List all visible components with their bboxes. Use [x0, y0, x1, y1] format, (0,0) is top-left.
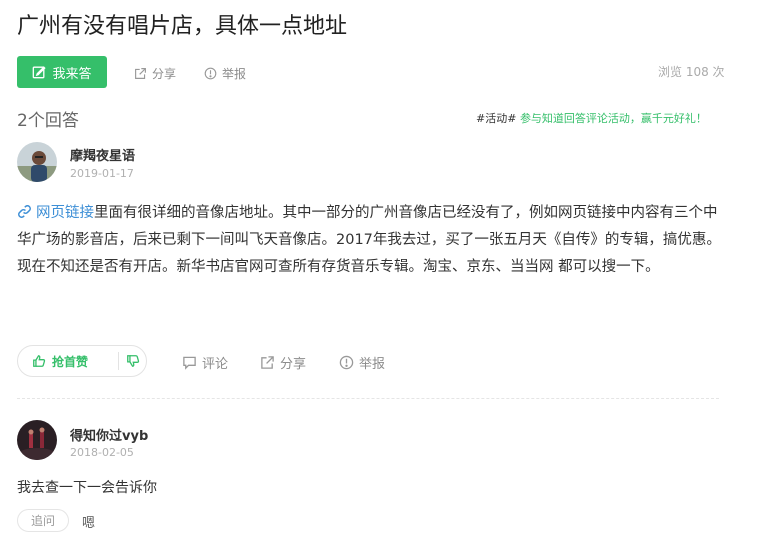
share-label: 分享: [152, 67, 177, 81]
answer-date: 2019-01-17: [70, 167, 134, 180]
answer-author-name[interactable]: 摩羯夜星语: [70, 145, 135, 164]
vote-box: 抢首赞: [17, 345, 147, 377]
answer-report-label: 举报: [359, 357, 386, 372]
share-icon: [135, 68, 146, 79]
web-link-text: 网页链接: [36, 205, 94, 221]
view-count: 浏览 108 次: [658, 65, 725, 79]
promo-text: 参与知道回答评论活动，赢千元好礼！: [519, 112, 707, 125]
comment-icon: [183, 356, 196, 370]
comment-author-name[interactable]: 得知你过vyb: [70, 425, 148, 444]
answer-text: 里面有很详细的音像店地址。其中一部分的广州音像店已经没有了，例如网页链接中内容有…: [17, 205, 721, 275]
thumbs-down-icon: [126, 355, 139, 367]
share-icon: [261, 356, 274, 369]
promo-banner[interactable]: #活动# 参与知道回答评论活动，赢千元好礼！: [476, 110, 707, 126]
followup-reply: 嗯: [82, 516, 96, 531]
edit-icon: [33, 66, 47, 79]
answer-button-label: 我来答: [52, 66, 92, 82]
question-title: 广州有没有唱片店，具体一点地址: [17, 14, 348, 39]
comment-button[interactable]: 评论: [182, 353, 228, 372]
followup-label: 追问: [30, 514, 55, 528]
answer-button[interactable]: 我来答: [17, 56, 107, 88]
answer-share-label: 分享: [280, 357, 307, 372]
answer-count: 2个回答: [17, 111, 79, 131]
comment-date: 2018-02-05: [70, 446, 134, 459]
answer-body: 网页链接里面有很详细的音像店地址。其中一部分的广州音像店已经没有了，例如网页链接…: [17, 200, 722, 281]
comment-text: 我去查一下一会告诉你: [17, 480, 157, 496]
share-link[interactable]: 分享: [134, 65, 176, 82]
comment-author-avatar[interactable]: [17, 420, 57, 460]
comment-label: 评论: [202, 357, 229, 372]
followup-button[interactable]: 追问: [17, 509, 69, 532]
link-icon: [18, 205, 31, 218]
answer-report-button[interactable]: 举报: [339, 353, 385, 372]
report-icon: [204, 67, 217, 80]
report-label: 举报: [222, 67, 247, 81]
divider: [17, 398, 719, 399]
downvote-button[interactable]: [119, 354, 146, 368]
upvote-label: 抢首赞: [52, 354, 89, 369]
upvote-button[interactable]: 抢首赞: [18, 353, 104, 370]
promo-tag: #活动#: [476, 112, 517, 125]
report-link[interactable]: 举报: [204, 65, 246, 82]
thumbs-up-icon: [33, 355, 46, 367]
answer-author-avatar[interactable]: [17, 142, 57, 182]
web-link[interactable]: 网页链接: [17, 205, 94, 221]
report-icon: [339, 355, 354, 370]
answer-share-button[interactable]: 分享: [260, 353, 306, 372]
